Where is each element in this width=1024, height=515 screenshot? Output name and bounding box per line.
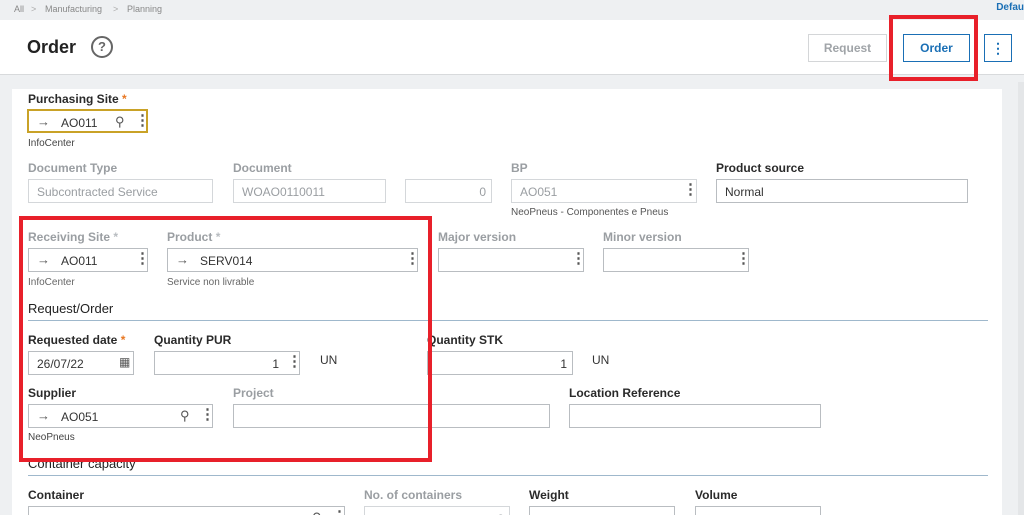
volume-label: Volume — [695, 488, 738, 502]
default-link[interactable]: Defau — [996, 2, 1024, 13]
bp-label: BP — [511, 161, 528, 175]
weight-field[interactable] — [529, 506, 675, 515]
breadcrumb-item-planning[interactable]: Planning — [127, 4, 162, 14]
purchasing-site-label: Purchasing Site * — [28, 92, 127, 106]
minor-version-field[interactable]: ⋮ — [603, 248, 751, 272]
document-field: WOAO0110011 — [233, 179, 386, 203]
no-containers-field: 0 — [364, 506, 510, 515]
minor-version-label: Minor version — [603, 230, 682, 244]
major-version-label: Major version — [438, 230, 517, 244]
container-label: Container — [28, 488, 85, 502]
help-icon[interactable]: ? — [91, 36, 113, 58]
document-number-value: 0 — [479, 185, 486, 199]
product-source-value: Normal — [725, 185, 764, 199]
container-field[interactable]: ⚲ ⋮ — [28, 506, 347, 515]
page-title: Order — [27, 37, 77, 57]
quantity-stk-unit: UN — [592, 353, 610, 367]
location-reference-field[interactable] — [569, 404, 821, 428]
section-divider — [28, 475, 988, 476]
bp-value: AO051 — [520, 185, 558, 199]
purchasing-site-description: InfoCenter — [28, 138, 75, 149]
bp-field: AO051 ⋮ — [511, 179, 698, 203]
quantity-stk-field[interactable]: 1 — [427, 351, 573, 375]
document-number-field: 0 — [405, 179, 492, 203]
bp-description: NeoPneus - Componentes e Pneus — [511, 207, 669, 218]
highlight-order-box — [889, 15, 978, 81]
request-button[interactable]: Request — [808, 34, 887, 62]
search-icon[interactable]: ⚲ — [312, 510, 322, 515]
scrollbar[interactable] — [1018, 82, 1024, 515]
more-icon[interactable]: ⋮ — [736, 250, 751, 268]
arrow-right-icon[interactable]: → — [37, 114, 50, 129]
search-icon[interactable]: ⚲ — [115, 114, 125, 130]
weight-label: Weight — [529, 488, 569, 502]
more-icon[interactable]: ⋮ — [135, 112, 150, 130]
document-type-label: Document Type — [28, 161, 118, 175]
no-containers-label: No. of containers — [364, 488, 463, 502]
more-icon[interactable]: ⋮ — [683, 181, 698, 199]
breadcrumb: All > Manufacturing > Planning — [0, 0, 1024, 20]
document-type-value: Subcontracted Service — [37, 185, 158, 199]
highlight-receiving-box — [19, 216, 432, 462]
document-type-field: Subcontracted Service — [28, 179, 213, 203]
chevron-right-icon: > — [113, 4, 119, 14]
volume-field[interactable] — [695, 506, 821, 515]
document-label: Document — [233, 161, 292, 175]
major-version-field[interactable]: ⋮ — [438, 248, 586, 272]
document-value: WOAO0110011 — [242, 185, 325, 199]
purchasing-site-value: AO011 — [61, 116, 98, 130]
more-icon[interactable]: ⋮ — [571, 250, 586, 268]
product-source-label: Product source — [716, 161, 805, 175]
breadcrumb-item-manufacturing[interactable]: Manufacturing — [45, 4, 102, 14]
quantity-stk-label: Quantity STK — [427, 333, 504, 347]
purchasing-site-field[interactable]: → AO011 ⚲ ⋮ — [27, 109, 150, 133]
quantity-stk-value: 1 — [560, 357, 567, 371]
chevron-right-icon: > — [31, 4, 37, 14]
more-actions-button[interactable]: ⋮ — [984, 34, 1012, 62]
breadcrumb-item-all[interactable]: All — [14, 4, 24, 14]
more-icon[interactable]: ⋮ — [332, 508, 347, 515]
product-source-field[interactable]: Normal — [716, 179, 968, 203]
location-reference-label: Location Reference — [569, 386, 681, 400]
